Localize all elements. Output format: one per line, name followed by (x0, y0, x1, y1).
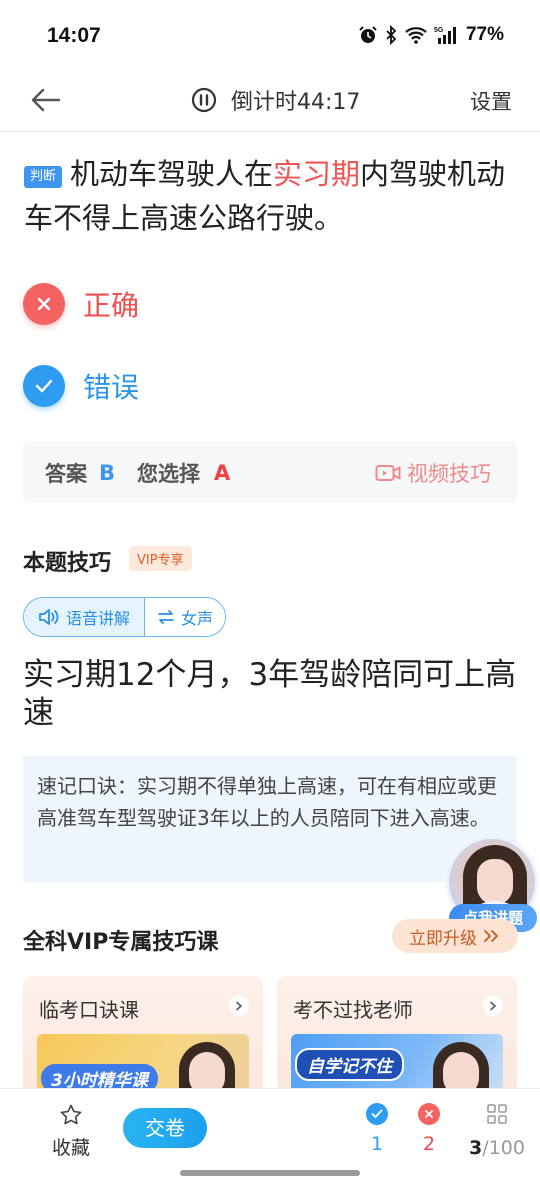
current-question-number: 3 (469, 1137, 483, 1159)
correct-answer: B (99, 461, 116, 485)
exam-screen: 14:07 5G 77% 倒计时44:17 设置 判断 机动车驾驶人在实习期内驾驶… (0, 0, 540, 1187)
voice-explain-label: 语音讲解 (66, 609, 131, 628)
course-card-mnemonic[interactable]: 临考口诀课 3小时精华课 (23, 976, 263, 1096)
question-type-tag: 判断 (24, 166, 63, 188)
total-questions: /100 (482, 1137, 525, 1159)
battery-percent: 77% (465, 24, 504, 45)
thumbnail-caption: 自学记不住 (295, 1048, 404, 1081)
bluetooth-icon (386, 25, 397, 45)
course-card-title: 临考口诀课 (39, 998, 139, 1022)
question-keyword: 实习期 (273, 157, 361, 191)
upgrade-button[interactable]: 立即升级 (392, 919, 518, 953)
answer-label: 答案 (45, 462, 87, 486)
wrong-mark-icon (23, 283, 65, 325)
chevron-right-icon (483, 996, 503, 1016)
correct-count: 1 (364, 1103, 390, 1155)
alarm-icon (359, 26, 377, 43)
upgrade-label: 立即升级 (409, 928, 477, 949)
answer-summary: 答案 B 您选择 A (45, 458, 230, 488)
option-false[interactable]: 错误 (23, 365, 139, 407)
double-chevron-icon (484, 930, 498, 942)
vip-course-title: 全科VIP专属技巧课 (23, 930, 219, 955)
voice-switch-button[interactable]: 女声 (145, 598, 226, 636)
top-nav-bar: 倒计时44:17 设置 (0, 72, 540, 132)
question-text-before: 机动车驾驶人在 (70, 157, 274, 191)
status-icons: 5G 77% (358, 24, 504, 46)
wrong-count: 2 (416, 1103, 442, 1155)
signal-icon: 5G (434, 27, 456, 44)
status-bar: 14:07 5G 77% (0, 0, 540, 72)
tip-heading: 实习期12个月，3年驾龄陪同可上高速 (23, 657, 517, 731)
settings-button[interactable]: 设置 (470, 86, 512, 116)
status-time: 14:07 (47, 24, 101, 47)
cross-circle-icon (418, 1103, 440, 1125)
voice-controls: 语音讲解 女声 (23, 597, 227, 637)
chevron-right-icon (229, 996, 249, 1016)
voice-explain-button[interactable]: 语音讲解 (24, 598, 146, 636)
star-icon (60, 1104, 82, 1125)
course-thumbnail: 自学记不住 (291, 1034, 503, 1096)
wifi-icon (405, 27, 427, 44)
video-tip-label: 视频技巧 (407, 462, 491, 486)
back-button[interactable] (28, 82, 64, 118)
countdown-timer[interactable]: 倒计时44:17 (191, 84, 360, 116)
option-true[interactable]: 正确 (23, 283, 139, 325)
wrong-count-number: 2 (422, 1133, 436, 1155)
progress-text: 3/100 (468, 1137, 526, 1159)
vip-badge: VIP专享 (129, 546, 192, 571)
speaker-icon (39, 609, 59, 625)
answer-panel: 答案 B 您选择 A 视频技巧 (23, 441, 517, 503)
video-icon (375, 465, 401, 481)
check-mark-icon (23, 365, 65, 407)
question-progress-button[interactable]: 3/100 (468, 1103, 526, 1159)
voice-switch-label: 女声 (181, 609, 214, 628)
course-card-title: 考不过找老师 (293, 998, 413, 1022)
countdown-text: 倒计时44:17 (231, 90, 361, 115)
video-tip-button[interactable]: 视频技巧 (375, 458, 491, 488)
favorite-label: 收藏 (51, 1137, 90, 1159)
svg-text:5G: 5G (434, 27, 444, 34)
tip-section-title: 本题技巧 (23, 551, 112, 576)
home-indicator[interactable] (180, 1170, 360, 1176)
pause-icon (191, 87, 217, 113)
grid-icon (487, 1104, 507, 1124)
chosen-answer: A (214, 461, 231, 485)
correct-count-number: 1 (370, 1133, 384, 1155)
option-true-label: 正确 (83, 289, 140, 322)
course-thumbnail: 3小时精华课 (37, 1034, 249, 1096)
favorite-button[interactable]: 收藏 (50, 1103, 92, 1160)
question-text: 判断 机动车驾驶人在实习期内驾驶机动车不得上高速公路行驶。 (24, 152, 524, 240)
course-card-teacher[interactable]: 考不过找老师 自学记不住 (277, 976, 517, 1096)
check-circle-icon (366, 1103, 388, 1125)
chosen-label: 您选择 (137, 462, 201, 486)
swap-icon (158, 610, 174, 624)
mnemonic-box: 速记口诀：实习期不得单独上高速，可在有相应或更高准驾车型驾驶证3年以上的人员陪同… (23, 756, 517, 882)
back-arrow-icon (31, 88, 61, 112)
submit-exam-button[interactable]: 交卷 (123, 1108, 207, 1148)
option-false-label: 错误 (83, 371, 140, 404)
